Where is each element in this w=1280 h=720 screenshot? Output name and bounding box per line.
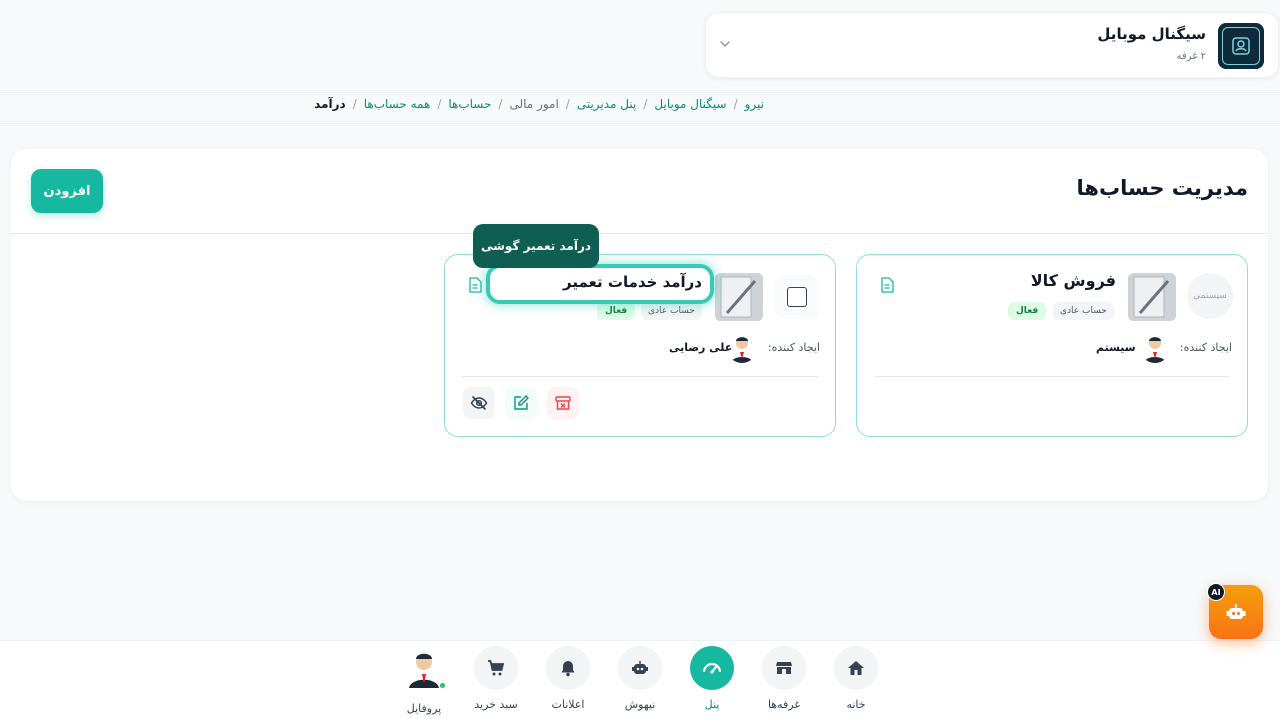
account-name-input[interactable]: درآمد خدمات تعمیر [486, 264, 714, 304]
nav-home-button[interactable] [834, 646, 878, 690]
online-status-dot [439, 682, 446, 689]
nav-item-profile[interactable]: پروفایل [394, 646, 454, 715]
breadcrumb-item[interactable]: همه حساب‌ها [364, 97, 431, 111]
status-badge: فعال [597, 302, 636, 320]
account-thumbnail [1128, 273, 1176, 321]
robot-icon [1226, 604, 1246, 619]
breadcrumb-separator: / [565, 97, 570, 111]
avatar [409, 653, 439, 688]
nav-nihoosh-button[interactable] [618, 646, 662, 690]
account-type-tag: حساب عادی [1053, 302, 1114, 320]
account-type-tag: حساب عادی [641, 302, 702, 320]
profile-avatar[interactable] [402, 646, 446, 690]
nav-cart-button[interactable] [474, 646, 518, 690]
document-icon[interactable] [880, 277, 894, 293]
breadcrumb-separator: / [643, 97, 648, 111]
breadcrumb-separator: / [498, 97, 503, 111]
store-name: سیگنال موبایل [1097, 25, 1206, 43]
bell-icon [561, 661, 575, 677]
archive-button[interactable] [547, 387, 579, 419]
nav-item-home[interactable]: خانه [826, 646, 886, 711]
nav-stores-button[interactable] [762, 646, 806, 690]
nav-label: خانه [846, 698, 866, 711]
robot-icon [632, 661, 648, 674]
eye-off-icon [470, 395, 488, 411]
breadcrumb-separator: / [437, 97, 442, 111]
store-logo [1218, 23, 1264, 69]
dashboard-icon [702, 662, 722, 674]
store-selector[interactable]: سیگنال موبایل ۲ غرفه [705, 12, 1279, 78]
creator-name: علی رضایی [669, 341, 733, 354]
store-logo-icon [1232, 37, 1250, 55]
account-name-value[interactable]: درآمد خدمات تعمیر [563, 273, 702, 291]
edit-icon [514, 395, 529, 410]
card-divider [874, 376, 1230, 377]
breadcrumb-item[interactable]: سیگنال موبایل [654, 97, 726, 111]
store-subtitle: ۲ غرفه [1176, 51, 1206, 62]
checkbox-box[interactable] [787, 287, 807, 307]
cart-icon [488, 660, 505, 676]
status-badge: فعال [1008, 302, 1047, 320]
creator-name: سیستم [1096, 341, 1136, 354]
breadcrumb-separator: / [733, 97, 738, 111]
breadcrumb-item[interactable]: پنل مدیریتی [577, 97, 637, 111]
nav-label: پروفایل [406, 702, 442, 715]
nav-item-nihoosh[interactable]: نیهوش [610, 646, 670, 711]
creator-label: ایجاد کننده: [767, 341, 820, 354]
store-icon [776, 662, 792, 674]
archive-x-icon [555, 396, 571, 410]
nav-item-cart[interactable]: سبد خرید [466, 646, 526, 711]
nav-label: غرفه‌ها [767, 698, 801, 711]
nav-item-stores[interactable]: غرفه‌ها [754, 646, 814, 711]
chevron-down-icon[interactable] [718, 37, 732, 51]
nav-label: اعلانات [551, 698, 585, 711]
tooltip: درآمد تعمیر گوشی [473, 224, 599, 268]
notebook-pen-image [1128, 273, 1176, 321]
account-thumbnail [715, 273, 763, 321]
nav-item-panel[interactable]: پنل [682, 646, 742, 711]
breadcrumb-current: درآمد [314, 97, 346, 111]
nav-notifications-button[interactable] [546, 646, 590, 690]
ai-badge: AI [1207, 583, 1225, 601]
breadcrumb: نیرو / سیگنال موبایل / پنل مدیریتی / امو… [314, 97, 764, 111]
card-divider [462, 376, 818, 377]
breadcrumb-separator: / [352, 97, 357, 111]
hide-button[interactable] [463, 387, 495, 419]
breadcrumb-item[interactable]: حساب‌ها [448, 97, 491, 111]
nav-label: سبد خرید [474, 698, 518, 711]
add-button[interactable]: افزودن [31, 169, 103, 213]
divider [11, 233, 1268, 234]
breadcrumb-item: امور مالی [509, 97, 559, 111]
nav-item-notifications[interactable]: اعلانات [538, 646, 598, 711]
nav-label: نیهوش [624, 698, 656, 711]
breadcrumb-item[interactable]: نیرو [745, 97, 764, 111]
account-name: فروش کالا [1030, 271, 1116, 290]
creator-label: ایجاد کننده: [1179, 341, 1232, 354]
avatar [1140, 333, 1170, 363]
nav-panel-button[interactable] [690, 646, 734, 690]
select-checkbox[interactable] [775, 275, 819, 319]
nav-label: پنل [704, 698, 720, 711]
page-title: مدیریت حساب‌ها [1076, 176, 1248, 200]
edit-button[interactable] [505, 387, 537, 419]
notebook-pen-image [715, 273, 763, 321]
home-icon [848, 661, 864, 675]
document-icon[interactable] [468, 277, 482, 293]
system-badge: سیستمی [1187, 273, 1233, 319]
